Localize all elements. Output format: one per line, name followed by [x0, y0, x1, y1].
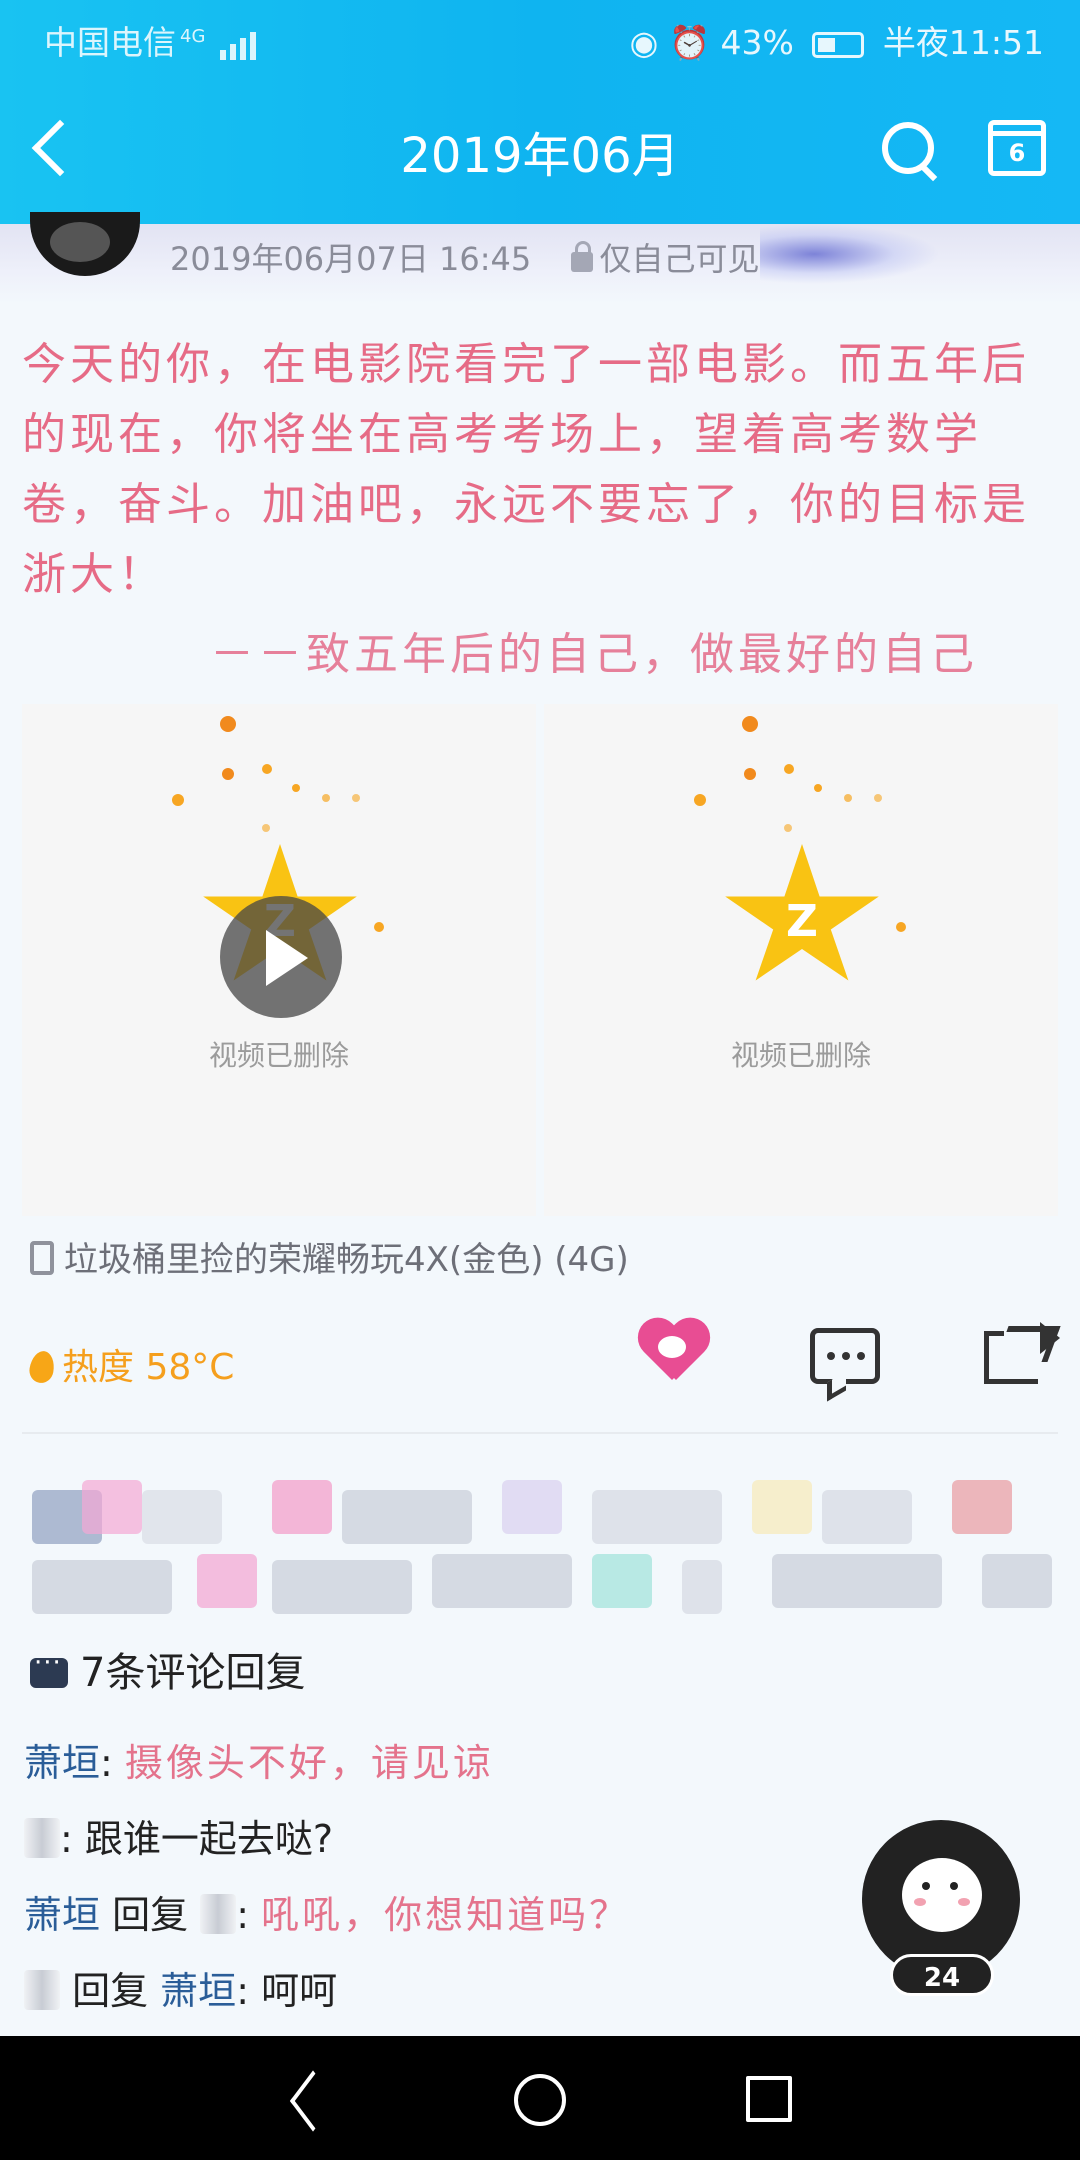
comment-button[interactable]	[810, 1328, 880, 1384]
divider	[22, 1432, 1058, 1434]
post-meta: 2019年06月07日 16:45 仅自己可见	[170, 234, 759, 280]
visibility-label: 仅自己可见	[599, 240, 760, 278]
comment-text: 呵呵	[261, 1969, 338, 2013]
video-deleted-label: 视频已删除	[730, 1039, 871, 1072]
blurred-author[interactable]	[24, 1818, 60, 1858]
clock: 半夜11:51	[882, 23, 1044, 62]
status-bar: 中国电信 4G ◉ ⏰ 43% 半夜11:51	[0, 0, 1080, 74]
post-signature: －－致五年后的自己，做最好的自己	[210, 629, 978, 680]
like-button[interactable]	[636, 1320, 708, 1386]
device-label: 垃圾桶里捡的荣耀畅玩4X(金色) (4G)	[64, 1240, 629, 1280]
comment-separator: :	[236, 1893, 262, 1937]
calendar-day: 6	[1008, 139, 1026, 167]
play-button[interactable]	[220, 896, 342, 1018]
phone-icon	[30, 1241, 54, 1275]
comment-bubble-icon	[30, 1648, 68, 1688]
comment-row[interactable]: 萧垣: 摄像头不好，请见谅	[24, 1732, 494, 1787]
floating-mascot-button[interactable]: 24	[862, 1820, 1022, 2000]
nav-recent-button[interactable]	[746, 2076, 792, 2122]
blurred-author[interactable]	[24, 1970, 60, 2010]
comment-row[interactable]: : 跟谁一起去哒?	[24, 1808, 333, 1863]
post-body: 今天的你，在电影院看完了一部电影。而五年后的现在，你将坐在高考考场上，望着高考数…	[22, 339, 1030, 600]
signal-icon	[218, 30, 258, 60]
video-tile-2[interactable]: Z 视频已删除	[544, 704, 1058, 1216]
comments-header[interactable]: 7条评论回复	[30, 1640, 305, 1698]
heat-indicator: 热度 58°C	[27, 1338, 235, 1390]
mascot-count-badge: 24	[890, 1954, 994, 1996]
search-button[interactable]	[878, 118, 942, 182]
comment-row[interactable]: 回复 萧垣: 呵呵	[24, 1960, 337, 2015]
share-button[interactable]	[984, 1322, 1061, 1384]
reply-word: 回复	[100, 1893, 201, 1937]
comment-author[interactable]: 萧垣	[24, 1893, 100, 1937]
nav-back-button[interactable]	[288, 2076, 332, 2124]
comment-author[interactable]: 萧垣	[24, 1741, 100, 1785]
eye-icon: ◉	[629, 23, 659, 62]
top-bar: 中国电信 4G ◉ ⏰ 43% 半夜11:51 2019年06月 6	[0, 0, 1080, 224]
status-right: ◉ ⏰ 43% 半夜11:51	[630, 16, 1044, 64]
flame-icon	[27, 1349, 57, 1385]
reply-word: 回复	[60, 1969, 161, 2013]
comment-text: 吼吼，你想知道吗？	[261, 1893, 631, 1937]
likers-list[interactable]	[22, 1470, 1062, 1614]
status-left: 中国电信 4G	[44, 16, 258, 64]
reply-target[interactable]: 萧垣	[160, 1969, 236, 2013]
comment-text: : 跟谁一起去哒?	[60, 1817, 334, 1861]
heat-label: 热度 58°C	[62, 1347, 235, 1388]
nav-home-button[interactable]	[514, 2074, 566, 2126]
carrier-label: 中国电信	[44, 23, 176, 62]
comment-text: 摄像头不好，请见谅	[124, 1741, 494, 1785]
lock-icon	[571, 241, 594, 272]
battery-icon	[812, 31, 865, 58]
blurred-reply-target[interactable]	[200, 1894, 237, 1934]
qzone-star-icon: Z	[722, 844, 879, 994]
post-timestamp: 2019年06月07日 16:45	[170, 240, 532, 278]
calendar-button[interactable]: 6	[988, 120, 1046, 176]
comment-separator: :	[100, 1741, 125, 1785]
network-label: 4G	[180, 26, 206, 47]
system-nav-bar	[0, 2036, 1080, 2160]
comment-row[interactable]: 萧垣 回复 : 吼吼，你想知道吗？	[24, 1884, 630, 1939]
comments-count-label: 7条评论回复	[80, 1650, 306, 1696]
video-tile-1[interactable]: Z 视频已删除	[22, 704, 536, 1216]
mascot-face-icon	[902, 1858, 982, 1932]
decoration-swirl	[760, 224, 940, 284]
device-line: 垃圾桶里捡的荣耀畅玩4X(金色) (4G)	[30, 1232, 629, 1281]
video-deleted-label: 视频已删除	[208, 1039, 349, 1072]
comment-separator: :	[236, 1969, 262, 2013]
alarm-icon: ⏰	[668, 23, 711, 62]
battery-percent: 43%	[720, 23, 794, 62]
